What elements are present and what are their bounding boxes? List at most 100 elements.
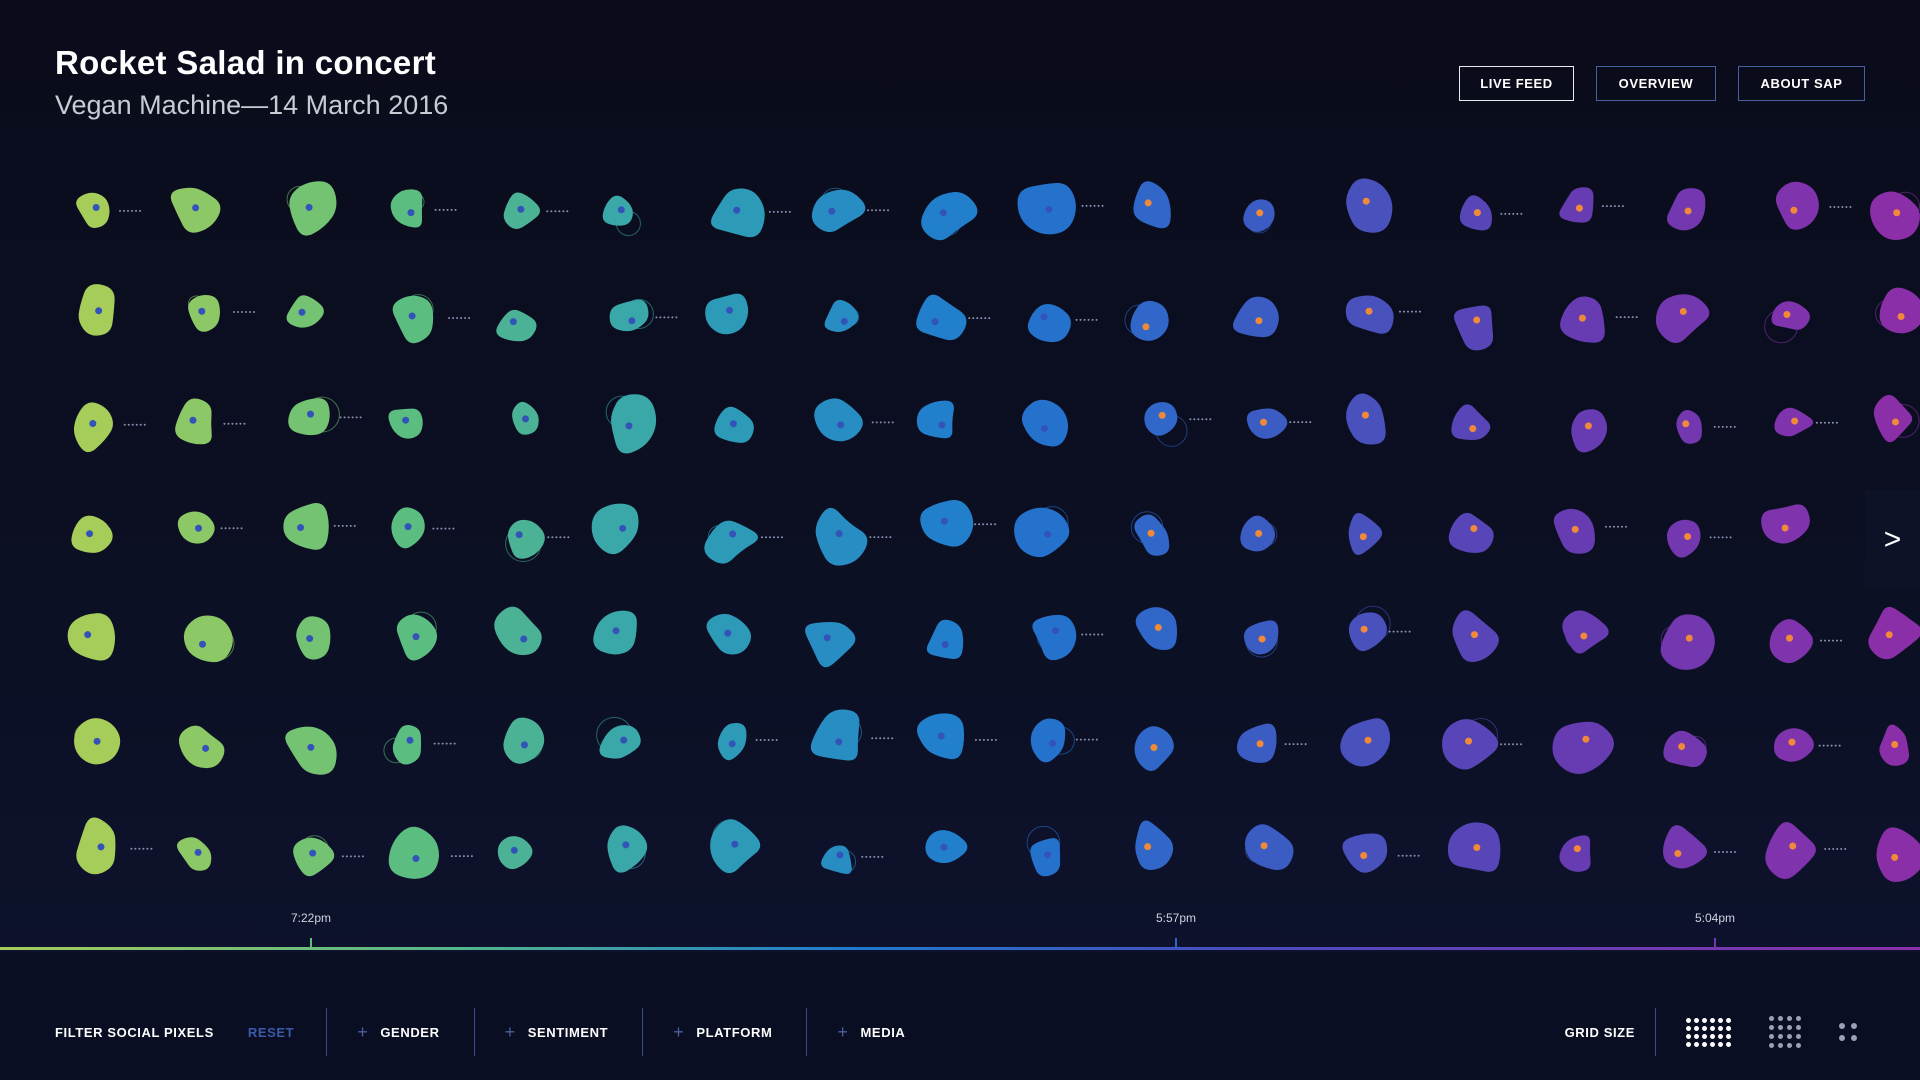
social-pixel[interactable]: [821, 845, 884, 874]
social-pixel[interactable]: [288, 396, 362, 436]
social-pixel[interactable]: [1873, 395, 1920, 443]
social-pixel[interactable]: [1553, 508, 1627, 554]
social-pixel[interactable]: [705, 293, 749, 335]
social-pixel[interactable]: [704, 520, 783, 564]
grid-small-icon[interactable]: [1839, 1023, 1857, 1041]
social-pixel[interactable]: [916, 400, 954, 439]
social-pixel[interactable]: [286, 181, 337, 236]
social-pixel[interactable]: [1340, 718, 1391, 767]
social-pixel[interactable]: [1562, 610, 1609, 654]
social-pixel[interactable]: [177, 837, 212, 871]
social-pixel[interactable]: [388, 408, 423, 439]
social-pixel[interactable]: [1773, 728, 1841, 762]
social-pixel[interactable]: [593, 610, 637, 655]
social-pixel[interactable]: [1130, 511, 1170, 556]
filter-sentiment[interactable]: + SENTIMENT: [475, 1022, 643, 1043]
social-pixel[interactable]: [175, 398, 246, 445]
social-pixel[interactable]: [717, 722, 778, 761]
social-pixel[interactable]: [925, 830, 968, 864]
social-pixel[interactable]: [591, 503, 639, 555]
social-pixel[interactable]: [1448, 512, 1494, 553]
social-pixel[interactable]: [1660, 614, 1715, 670]
social-pixel[interactable]: [824, 299, 860, 332]
grid-large-icon[interactable]: [1686, 1017, 1731, 1047]
social-pixel[interactable]: [1459, 195, 1523, 231]
social-pixel[interactable]: [1559, 835, 1591, 872]
social-pixel[interactable]: [285, 726, 337, 775]
social-pixel[interactable]: [921, 191, 978, 241]
social-pixel[interactable]: [810, 709, 894, 761]
social-pixel[interactable]: [178, 725, 225, 769]
social-pixel[interactable]: [1345, 295, 1421, 334]
social-pixel[interactable]: [177, 511, 243, 544]
social-pixel[interactable]: [1662, 825, 1736, 869]
social-pixel[interactable]: [1236, 723, 1307, 763]
social-pixel[interactable]: [396, 611, 438, 661]
social-pixel[interactable]: [805, 622, 856, 668]
social-pixel[interactable]: [1032, 614, 1104, 661]
social-pixel[interactable]: [1666, 519, 1732, 558]
social-pixel[interactable]: [1026, 825, 1061, 877]
social-pixel[interactable]: [293, 835, 364, 877]
social-pixel[interactable]: [609, 298, 678, 332]
social-pixel[interactable]: [1560, 296, 1638, 343]
social-pixel[interactable]: [1240, 515, 1278, 552]
social-pixel[interactable]: [183, 615, 235, 663]
social-pixel[interactable]: [1348, 605, 1411, 652]
social-pixel[interactable]: [76, 192, 142, 228]
social-pixel[interactable]: [187, 294, 256, 332]
social-pixel[interactable]: [497, 836, 533, 870]
social-pixel[interactable]: [1875, 287, 1920, 334]
social-pixel[interactable]: [392, 294, 471, 344]
social-pixel[interactable]: [391, 507, 455, 549]
social-pixel[interactable]: [390, 189, 457, 228]
grid-medium-icon[interactable]: [1769, 1016, 1801, 1048]
social-pixel[interactable]: [383, 725, 456, 765]
social-pixel[interactable]: [602, 195, 641, 237]
social-pixel[interactable]: [1243, 620, 1279, 658]
social-pixel[interactable]: [714, 406, 754, 443]
social-pixel[interactable]: [1133, 181, 1171, 229]
social-pixel[interactable]: [73, 402, 146, 453]
social-pixel[interactable]: [1017, 182, 1104, 235]
social-pixel[interactable]: [1452, 610, 1499, 663]
social-pixel[interactable]: [1870, 191, 1920, 240]
social-pixel[interactable]: [1021, 399, 1069, 447]
social-pixel[interactable]: [1135, 607, 1178, 651]
social-pixel[interactable]: [1876, 827, 1920, 882]
social-pixel[interactable]: [1769, 619, 1843, 664]
social-pixel[interactable]: [1666, 188, 1706, 231]
social-pixel[interactable]: [815, 507, 892, 566]
social-pixel[interactable]: [71, 515, 113, 553]
social-pixel[interactable]: [916, 713, 997, 760]
social-pixel[interactable]: [1868, 606, 1920, 660]
social-pixel[interactable]: [916, 294, 991, 341]
social-pixel[interactable]: [1144, 402, 1212, 447]
social-pixel[interactable]: [814, 398, 894, 442]
social-pixel[interactable]: [1348, 513, 1383, 555]
social-pixel[interactable]: [170, 187, 221, 233]
social-pixel[interactable]: [1246, 408, 1312, 439]
social-pixel[interactable]: [76, 817, 153, 875]
filter-gender[interactable]: + GENDER: [327, 1022, 473, 1043]
social-pixel[interactable]: [1014, 506, 1070, 558]
social-pixel[interactable]: [1775, 181, 1852, 230]
social-pixel[interactable]: [1442, 718, 1523, 770]
social-pixel[interactable]: [503, 717, 545, 764]
social-pixel[interactable]: [1346, 393, 1386, 445]
social-pixel[interactable]: [1027, 304, 1098, 343]
social-pixel[interactable]: [706, 613, 752, 655]
social-pixel[interactable]: [1233, 296, 1279, 338]
social-pixel[interactable]: [1559, 187, 1624, 223]
social-pixel[interactable]: [1879, 724, 1910, 766]
social-pixel[interactable]: [296, 616, 331, 660]
social-pixel[interactable]: [512, 401, 539, 435]
social-pixel[interactable]: [1655, 294, 1710, 344]
social-pixel[interactable]: [74, 718, 121, 765]
social-pixel[interactable]: [1571, 409, 1608, 453]
social-pixel[interactable]: [1342, 833, 1420, 873]
social-pixel[interactable]: [67, 613, 116, 661]
social-pixel[interactable]: [1244, 824, 1294, 870]
social-pixel[interactable]: [494, 606, 542, 656]
social-pixel[interactable]: [1774, 407, 1838, 437]
